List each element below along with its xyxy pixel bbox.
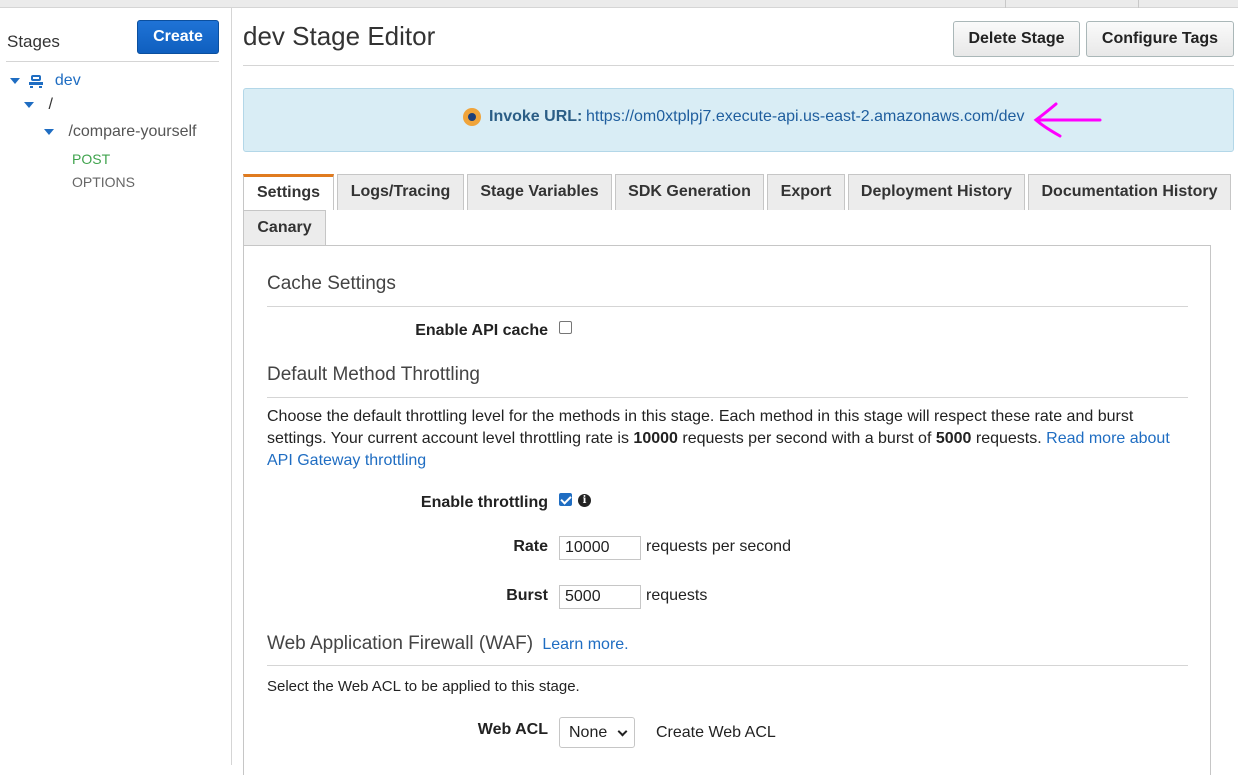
create-web-acl-link[interactable]: Create Web ACL	[656, 724, 776, 742]
invoke-url-label: Invoke URL:	[489, 108, 583, 125]
account-rate-limit: 10000	[633, 430, 678, 447]
top-strip-divider	[1138, 0, 1139, 8]
sidebar-divider	[6, 61, 219, 62]
tab-logs-tracing[interactable]: Logs/Tracing	[337, 174, 464, 210]
waf-title-text: Web Application Firewall (WAF)	[267, 633, 534, 654]
waf-title: Web Application Firewall (WAF) Learn mor…	[267, 633, 629, 655]
tree-item-options[interactable]: OPTIONS	[72, 174, 135, 190]
header-divider	[243, 65, 1234, 66]
section-divider	[267, 665, 1188, 666]
enable-api-cache-label: Enable API cache	[415, 322, 548, 339]
info-icon[interactable]: i	[578, 494, 591, 507]
delete-stage-button[interactable]: Delete Stage	[953, 21, 1080, 57]
section-divider	[267, 306, 1188, 307]
configure-tags-button[interactable]: Configure Tags	[1086, 21, 1234, 57]
tab-sdk-generation[interactable]: SDK Generation	[615, 174, 764, 210]
web-acl-selected-value: None	[569, 724, 608, 741]
waf-description: Select the Web ACL to be applied to this…	[267, 678, 580, 695]
throttling-description: Choose the default throttling level for …	[267, 406, 1192, 472]
tree-item-compare-yourself[interactable]: /compare-yourself	[44, 123, 197, 141]
section-divider	[267, 397, 1188, 398]
chevron-down-icon	[617, 726, 628, 737]
enable-api-cache-checkbox[interactable]	[559, 321, 572, 334]
tab-canary[interactable]: Canary	[243, 210, 326, 246]
annotation-arrow-icon	[1033, 102, 1102, 138]
tab-settings[interactable]: Settings	[243, 174, 334, 210]
rate-input[interactable]: 10000	[559, 536, 641, 560]
top-strip	[0, 0, 1238, 8]
tab-deployment-history[interactable]: Deployment History	[848, 174, 1025, 210]
stage-icon	[29, 74, 44, 88]
throttling-desc-text: requests.	[971, 430, 1047, 447]
cache-settings-title: Cache Settings	[267, 273, 396, 294]
web-acl-label: Web ACL	[477, 721, 548, 738]
status-dot-icon	[463, 108, 481, 126]
burst-label: Burst	[506, 587, 548, 604]
rate-unit: requests per second	[646, 538, 791, 555]
burst-unit: requests	[646, 587, 708, 604]
tree-item-compare-yourself-label: /compare-yourself	[68, 123, 197, 140]
waf-learn-more-link[interactable]: Learn more.	[542, 636, 628, 653]
stages-sidebar: Stages Create dev / /compare-yourself PO…	[0, 8, 232, 765]
tree-item-root[interactable]: /	[24, 96, 53, 114]
top-strip-divider	[1005, 0, 1006, 8]
web-acl-select[interactable]: None	[559, 717, 635, 748]
tree-item-post[interactable]: POST	[72, 151, 110, 167]
tab-documentation-history[interactable]: Documentation History	[1028, 174, 1231, 210]
tree-item-dev[interactable]: dev	[10, 72, 81, 90]
invoke-url-link[interactable]: https://om0xtplpj7.execute-api.us-east-2…	[586, 108, 1024, 126]
burst-input[interactable]: 5000	[559, 585, 641, 609]
throttling-desc-text: requests per second with a burst of	[677, 430, 936, 447]
caret-down-icon[interactable]	[44, 128, 54, 135]
enable-throttling-checkbox[interactable]	[559, 493, 572, 506]
rate-label: Rate	[513, 538, 548, 555]
page-title: dev Stage Editor	[243, 21, 436, 51]
enable-throttling-label: Enable throttling	[420, 494, 548, 511]
throttling-title: Default Method Throttling	[267, 364, 480, 385]
caret-down-icon[interactable]	[24, 101, 34, 108]
caret-down-icon[interactable]	[10, 77, 20, 84]
tab-export[interactable]: Export	[767, 174, 845, 210]
create-button[interactable]: Create	[137, 20, 219, 54]
account-burst-limit: 5000	[935, 430, 972, 447]
tree-item-dev-label: dev	[54, 72, 81, 89]
tree-item-root-label: /	[48, 96, 53, 113]
sidebar-title: Stages	[7, 32, 60, 51]
tab-stage-variables[interactable]: Stage Variables	[467, 174, 612, 210]
